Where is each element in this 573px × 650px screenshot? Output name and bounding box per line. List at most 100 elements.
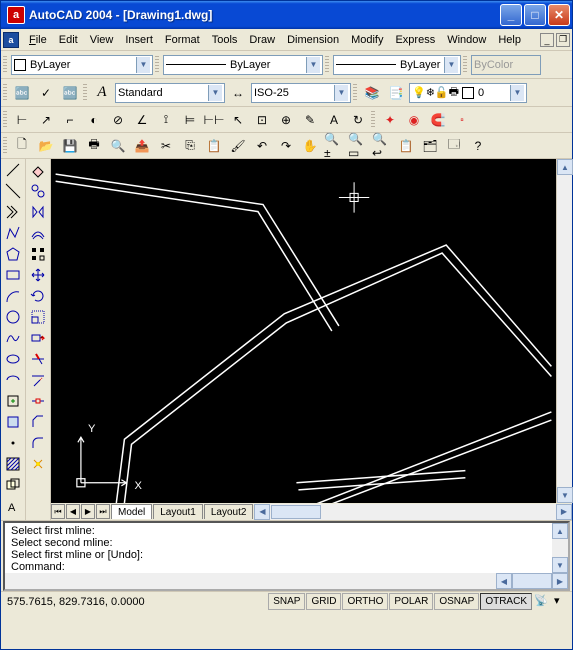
command-window[interactable]: Select first mline: Select second mline:… [3, 521, 570, 591]
scroll-right-icon[interactable]: ▶ [552, 573, 568, 589]
dim-aligned-button[interactable]: ↗ [35, 109, 57, 131]
menu-format[interactable]: Format [159, 32, 206, 48]
menu-draw[interactable]: Draw [243, 32, 281, 48]
insert-block-button[interactable] [1, 390, 25, 411]
line-button[interactable] [1, 159, 25, 180]
toolbar-grip[interactable] [3, 56, 7, 74]
explode-button[interactable] [26, 453, 50, 474]
lineweight-dropdown[interactable]: ByLayer ▼ [333, 55, 461, 75]
find-text-button-3[interactable]: 🔤 [59, 82, 81, 104]
fillet-button[interactable] [26, 432, 50, 453]
menu-help[interactable]: Help [492, 32, 527, 48]
ellipse-arc-button[interactable] [1, 369, 25, 390]
toolbar-grip[interactable] [463, 56, 467, 74]
stretch-button[interactable] [26, 327, 50, 348]
mdi-restore-button[interactable]: ❐ [556, 33, 570, 47]
maximize-button[interactable]: □ [524, 4, 546, 26]
command-horizontal-scrollbar[interactable]: ◀ ▶ [5, 573, 568, 589]
toolbar-grip[interactable] [3, 137, 7, 155]
region-button[interactable] [1, 474, 25, 495]
text-style-dropdown[interactable]: Standard ▼ [115, 83, 225, 103]
match-button[interactable]: 🖌 [227, 135, 249, 157]
tab-layout1[interactable]: Layout1 [153, 504, 203, 519]
status-grid-button[interactable]: GRID [306, 593, 341, 610]
menu-modify[interactable]: Modify [345, 32, 389, 48]
menu-dimension[interactable]: Dimension [281, 32, 345, 48]
plot-button[interactable]: 🖶 [83, 135, 105, 157]
copy-button[interactable]: ⎘ [179, 135, 201, 157]
polyline-button[interactable] [1, 222, 25, 243]
canvas-vertical-scrollbar[interactable]: ▲ ▼ [556, 159, 572, 503]
mirror-button[interactable] [26, 201, 50, 222]
dim-linear-button[interactable]: ⊢ [11, 109, 33, 131]
scroll-up-icon[interactable]: ▲ [557, 159, 573, 175]
tray-comm-icon[interactable]: 📡 [534, 594, 550, 610]
hatch-button[interactable] [1, 453, 25, 474]
ellipse-button[interactable] [1, 348, 25, 369]
toolbar-grip[interactable] [3, 84, 7, 102]
tray-menu-icon[interactable]: ▾ [554, 594, 570, 610]
help-button[interactable]: ? [467, 135, 489, 157]
save-button[interactable]: 💾 [59, 135, 81, 157]
toolbar-grip[interactable] [325, 56, 329, 74]
menu-window[interactable]: Window [441, 32, 492, 48]
polygon-button[interactable] [1, 243, 25, 264]
color-dropdown[interactable]: ByLayer ▼ [11, 55, 153, 75]
osnap-button[interactable]: ✦ [379, 109, 401, 131]
menu-tools[interactable]: Tools [206, 32, 244, 48]
command-prompt[interactable]: Command: [11, 561, 562, 573]
osnap-settings-button[interactable]: 🧲 [427, 109, 449, 131]
copy-obj-button[interactable] [26, 180, 50, 201]
status-snap-button[interactable]: SNAP [268, 593, 305, 610]
cut-button[interactable]: ✂ [155, 135, 177, 157]
scroll-down-icon[interactable]: ▼ [557, 487, 573, 503]
erase-button[interactable] [26, 159, 50, 180]
dim-center-button[interactable]: ⊕ [275, 109, 297, 131]
arc-button[interactable] [1, 285, 25, 306]
status-polar-button[interactable]: POLAR [389, 593, 433, 610]
zoom-window-button[interactable]: 🔍▭ [347, 135, 369, 157]
undo-button[interactable]: ↶ [251, 135, 273, 157]
open-button[interactable]: 📂 [35, 135, 57, 157]
toolbar-grip[interactable] [83, 84, 87, 102]
layer-prev-icon[interactable]: 📑 [385, 82, 407, 104]
scroll-up-icon[interactable]: ▲ [552, 523, 568, 539]
rotate-button[interactable] [26, 285, 50, 306]
dim-ordinate-button[interactable]: ⌐ [59, 109, 81, 131]
dim-edit-button[interactable]: ✎ [299, 109, 321, 131]
coordinate-display[interactable]: 575.7615, 829.7316, 0.0000 [1, 596, 206, 608]
new-button[interactable]: 🗋 [11, 135, 33, 157]
menu-edit[interactable]: Edit [53, 32, 84, 48]
mdi-minimize-button[interactable]: _ [540, 33, 554, 47]
make-block-button[interactable] [1, 411, 25, 432]
menu-express[interactable]: Express [389, 32, 441, 48]
status-otrack-button[interactable]: OTRACK [480, 593, 532, 610]
dim-continue-button[interactable]: ⊢⊢ [203, 109, 225, 131]
scroll-left-icon[interactable]: ◀ [254, 504, 270, 520]
scroll-down-icon[interactable]: ▼ [552, 557, 568, 573]
array-button[interactable] [26, 243, 50, 264]
extend-button[interactable] [26, 369, 50, 390]
osnap-temp-button[interactable]: ◉ [403, 109, 425, 131]
linetype-dropdown[interactable]: ByLayer ▼ [163, 55, 323, 75]
redo-button[interactable]: ↷ [275, 135, 297, 157]
scrollbar-thumb[interactable] [512, 573, 552, 589]
dim-angular-button[interactable]: ∠ [131, 109, 153, 131]
dim-diameter-button[interactable]: ⊘ [107, 109, 129, 131]
osnap-none-button[interactable]: ⬞ [451, 109, 473, 131]
find-text-button-2[interactable]: ✓ [35, 82, 57, 104]
tab-last-button[interactable]: ⏭ [96, 504, 110, 519]
zoom-rt-button[interactable]: 🔍± [323, 135, 345, 157]
scroll-right-icon[interactable]: ▶ [556, 504, 572, 520]
chamfer-button[interactable] [26, 411, 50, 432]
publish-button[interactable]: 📤 [131, 135, 153, 157]
status-ortho-button[interactable]: ORTHO [342, 593, 388, 610]
dim-tedit-button[interactable]: A [323, 109, 345, 131]
dim-leader-button[interactable]: ↖ [227, 109, 249, 131]
pan-button[interactable]: ✋ [299, 135, 321, 157]
layer-dropdown[interactable]: 💡 ❄ 🔓 🖶 0 ▼ [409, 83, 527, 103]
tab-first-button[interactable]: ⏮ [51, 504, 65, 519]
minimize-button[interactable]: _ [500, 4, 522, 26]
preview-button[interactable]: 🔍 [107, 135, 129, 157]
tab-prev-button[interactable]: ◀ [66, 504, 80, 519]
